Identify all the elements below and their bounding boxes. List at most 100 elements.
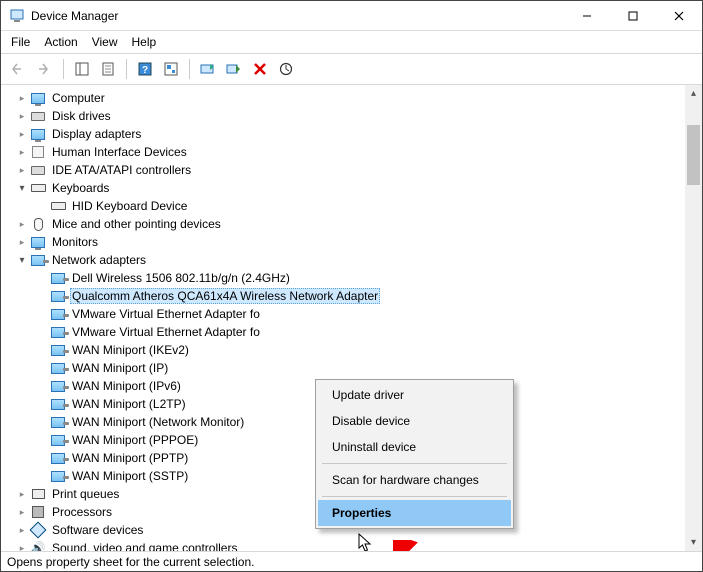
tree-item-label: WAN Miniport (SSTP) — [70, 469, 190, 483]
title-bar: Device Manager — [1, 1, 702, 31]
scroll-thumb[interactable] — [687, 125, 700, 185]
expand-icon[interactable] — [15, 91, 29, 105]
expand-icon[interactable] — [15, 541, 29, 551]
scroll-up-button[interactable]: ▴ — [685, 85, 702, 102]
tree-item-computer[interactable]: Computer — [9, 89, 702, 107]
tree-item-wan-ikev2[interactable]: WAN Miniport (IKEv2) — [9, 341, 702, 359]
expand-icon[interactable] — [15, 127, 29, 141]
tree-item-label: Network adapters — [50, 253, 148, 267]
back-button[interactable] — [7, 57, 31, 81]
tree-item-monitors[interactable]: Monitors — [9, 233, 702, 251]
context-menu: Update driver Disable device Uninstall d… — [315, 379, 514, 529]
expand-icon[interactable] — [15, 163, 29, 177]
tree-item-mice[interactable]: Mice and other pointing devices — [9, 215, 702, 233]
status-text: Opens property sheet for the current sel… — [7, 555, 254, 569]
tree-item-hid-keyboard[interactable]: HID Keyboard Device — [9, 197, 702, 215]
network-adapter-icon — [49, 360, 67, 376]
network-adapter-icon — [49, 450, 67, 466]
menu-help[interactable]: Help — [132, 35, 157, 49]
display-icon — [29, 126, 47, 142]
ctx-scan-hardware[interactable]: Scan for hardware changes — [318, 467, 511, 493]
tree-item-label: Processors — [50, 505, 114, 519]
menu-action[interactable]: Action — [44, 35, 77, 49]
tree-item-label: Display adapters — [50, 127, 143, 141]
tree-item-label: Dell Wireless 1506 802.11b/g/n (2.4GHz) — [70, 271, 292, 285]
ctx-separator — [322, 496, 507, 497]
ctx-uninstall-device[interactable]: Uninstall device — [318, 434, 511, 460]
tree-item-label: WAN Miniport (L2TP) — [70, 397, 188, 411]
maximize-button[interactable] — [610, 1, 656, 30]
tree-item-wan-ip[interactable]: WAN Miniport (IP) — [9, 359, 702, 377]
scan-hardware-button[interactable] — [274, 57, 298, 81]
toolbar-separator — [63, 59, 64, 79]
toolbar-separator — [189, 59, 190, 79]
mouse-icon — [29, 216, 47, 232]
status-bar: Opens property sheet for the current sel… — [1, 551, 702, 571]
minimize-button[interactable] — [564, 1, 610, 30]
tree-item-label: VMware Virtual Ethernet Adapter fo — [70, 325, 262, 339]
tree-item-ide[interactable]: IDE ATA/ATAPI controllers — [9, 161, 702, 179]
update-driver-button[interactable] — [196, 57, 220, 81]
network-adapter-icon — [49, 396, 67, 412]
network-icon — [29, 252, 47, 268]
sound-icon: 🔊 — [29, 540, 47, 551]
network-adapter-icon — [49, 324, 67, 340]
tree-item-label: Monitors — [50, 235, 100, 249]
tree-item-label: WAN Miniport (PPPOE) — [70, 433, 200, 447]
software-icon — [29, 522, 47, 538]
toolbar-separator — [126, 59, 127, 79]
tree-item-label: WAN Miniport (PPTP) — [70, 451, 190, 465]
tree-item-label: Keyboards — [50, 181, 111, 195]
properties-button[interactable] — [96, 57, 120, 81]
expand-icon[interactable] — [15, 487, 29, 501]
expand-icon[interactable] — [15, 217, 29, 231]
close-button[interactable] — [656, 1, 702, 30]
ide-icon — [29, 162, 47, 178]
ctx-update-driver[interactable]: Update driver — [318, 382, 511, 408]
printer-icon — [29, 486, 47, 502]
cpu-icon — [29, 504, 47, 520]
expand-icon[interactable] — [15, 109, 29, 123]
collapse-icon[interactable] — [15, 181, 29, 195]
scrollbar[interactable]: ▴ ▾ — [685, 85, 702, 551]
tree-item-vmnet8[interactable]: VMware Virtual Ethernet Adapter fo — [9, 323, 702, 341]
menu-view[interactable]: View — [92, 35, 118, 49]
content-area: Computer Disk drives Display adapters Hu… — [1, 85, 702, 551]
tree-item-keyboards[interactable]: Keyboards — [9, 179, 702, 197]
tree-item-label: Print queues — [50, 487, 121, 501]
tree-item-label: WAN Miniport (Network Monitor) — [70, 415, 246, 429]
expand-icon[interactable] — [15, 523, 29, 537]
menu-file[interactable]: File — [11, 35, 30, 49]
help-button[interactable]: ? — [133, 57, 157, 81]
tree-item-label: Computer — [50, 91, 107, 105]
keyboard-icon — [49, 198, 67, 214]
expand-icon[interactable] — [15, 505, 29, 519]
tree-item-network-adapters[interactable]: Network adapters — [9, 251, 702, 269]
show-hide-console-tree-button[interactable] — [70, 57, 94, 81]
tree-item-qualcomm-atheros[interactable]: Qualcomm Atheros QCA61x4A Wireless Netwo… — [9, 287, 702, 305]
toolbar: ? — [1, 54, 702, 85]
keyboard-icon — [29, 180, 47, 196]
network-adapter-icon — [49, 468, 67, 484]
tree-item-hid[interactable]: Human Interface Devices — [9, 143, 702, 161]
svg-text:?: ? — [142, 65, 148, 76]
collapse-icon[interactable] — [15, 253, 29, 267]
tree-item-display-adapters[interactable]: Display adapters — [9, 125, 702, 143]
network-adapter-icon — [49, 414, 67, 430]
ctx-disable-device[interactable]: Disable device — [318, 408, 511, 434]
drive-icon — [29, 108, 47, 124]
uninstall-device-button[interactable] — [248, 57, 272, 81]
tree-item-dell-wireless[interactable]: Dell Wireless 1506 802.11b/g/n (2.4GHz) — [9, 269, 702, 287]
forward-button[interactable] — [33, 57, 57, 81]
ctx-properties[interactable]: Properties — [318, 500, 511, 526]
tree-item-disk-drives[interactable]: Disk drives — [9, 107, 702, 125]
action-button[interactable] — [159, 57, 183, 81]
disable-device-button[interactable] — [222, 57, 246, 81]
tree-item-label: Mice and other pointing devices — [50, 217, 223, 231]
app-icon — [9, 8, 25, 24]
expand-icon[interactable] — [15, 145, 29, 159]
scroll-down-button[interactable]: ▾ — [685, 534, 702, 551]
expand-icon[interactable] — [15, 235, 29, 249]
tree-item-sound[interactable]: 🔊Sound, video and game controllers — [9, 539, 702, 551]
tree-item-vmnet1[interactable]: VMware Virtual Ethernet Adapter fo — [9, 305, 702, 323]
